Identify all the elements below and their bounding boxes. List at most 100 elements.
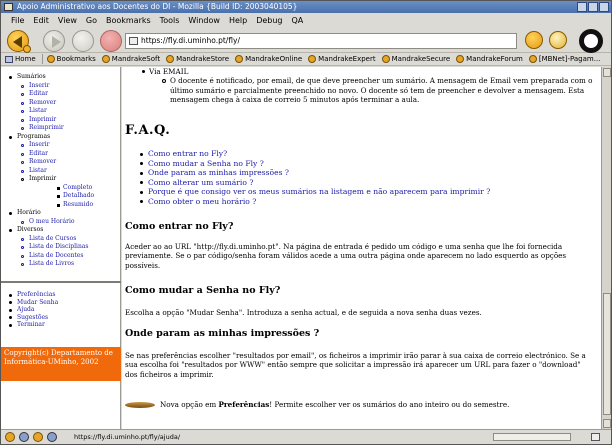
forward-button[interactable]: [43, 30, 65, 52]
browser-window: Apoio Administrativo aos Docentes do DI …: [0, 0, 612, 445]
sidebar-item-preferencias[interactable]: Preferências: [7, 291, 121, 299]
faq-link-sumarios-imprimir[interactable]: Porque é que consigo ver os meus sumário…: [140, 187, 490, 197]
address-text: https://fly.di.uminho.pt/fly/: [141, 36, 240, 45]
sidebar-item-sumarios-listar[interactable]: Listar: [7, 107, 121, 116]
bookmark-mandrakesecure[interactable]: MandrakeSecure: [381, 55, 450, 63]
sidebar-item-ajuda[interactable]: Ajuda: [7, 306, 121, 314]
page-icon: [129, 37, 138, 45]
bookmark-mandrakeonline[interactable]: MandrakeOnline: [235, 55, 302, 63]
bookmark-mandrakeexpert[interactable]: MandrakeExpert: [308, 55, 376, 63]
faq-link-entrar[interactable]: Como entrar no Fly?: [140, 149, 490, 159]
bookmark-mandrakeforum[interactable]: MandrakeForum: [456, 55, 523, 63]
sidebar-item-sumarios-reimprimir[interactable]: Reimprimir: [7, 124, 121, 133]
bookmarks-toolbar: Home Bookmarks MandrakeSoft MandrakeStor…: [1, 53, 611, 66]
menu-help[interactable]: Help: [229, 16, 247, 25]
go-button[interactable]: [525, 31, 543, 49]
sidebar-item-lista-cursos[interactable]: Lista de Cursos: [7, 235, 121, 244]
composer-icon[interactable]: [33, 432, 43, 442]
sidebar-section-sumarios: Sumários: [7, 73, 121, 82]
sidebar-item-lista-disciplinas[interactable]: Lista de Disciplinas: [7, 243, 121, 252]
menu-go[interactable]: Go: [86, 16, 97, 25]
sidebar-section-programas: Programas: [7, 133, 121, 142]
back-button[interactable]: [7, 30, 31, 53]
navigation-toolbar: https://fly.di.uminho.pt/fly/: [1, 27, 611, 53]
toolbar-separator: [41, 54, 43, 64]
sidebar-item-lista-livros[interactable]: Lista de Livros: [7, 260, 121, 269]
scroll-up-button[interactable]: [603, 68, 611, 77]
sidebar-section-diversos: Diversos: [7, 226, 121, 235]
faq-link-mudar-senha[interactable]: Como mudar a Senha no Fly ?: [140, 159, 490, 169]
faq-title: F.A.Q.: [125, 123, 171, 138]
search-button[interactable]: [549, 31, 567, 49]
status-bar: https://fly.di.uminho.pt/fly/ajuda/: [1, 429, 611, 444]
home-icon: [5, 55, 13, 63]
back-dropdown-icon[interactable]: [23, 45, 31, 53]
question-impressoes-answer: Se nas preferências escolher "resultados…: [125, 351, 586, 379]
new-badge-icon: [125, 401, 155, 408]
frame-divider[interactable]: [1, 281, 121, 283]
sidebar-item-resumido[interactable]: Resumido: [7, 201, 121, 210]
status-component-icons: [5, 432, 57, 442]
question-senha-answer: Escolha a opção "Mudar Senha". Introduza…: [125, 308, 482, 317]
menu-bar: File Edit View Go Bookmarks Tools Window…: [1, 13, 611, 27]
minimize-button[interactable]: [577, 2, 587, 12]
question-impressoes-heading: Onde param as minhas impressões ?: [125, 328, 320, 339]
email-description: O docente é notificado, por email, de qu…: [140, 76, 595, 104]
bookmark-bookmarks[interactable]: Bookmarks: [46, 55, 96, 63]
menu-file[interactable]: File: [11, 16, 24, 25]
sidebar-item-completo[interactable]: Completo: [7, 184, 121, 193]
menu-window[interactable]: Window: [188, 16, 220, 25]
sidebar-item-programas-remover[interactable]: Remover: [7, 158, 121, 167]
menu-edit[interactable]: Edit: [33, 16, 49, 25]
menu-tools[interactable]: Tools: [160, 16, 180, 25]
close-button[interactable]: [599, 2, 609, 12]
sidebar-item-sumarios-imprimir[interactable]: Imprimir: [7, 116, 121, 125]
menu-debug[interactable]: Debug: [256, 16, 282, 25]
bookmark-mandrakestore[interactable]: MandrakeStore: [166, 55, 229, 63]
reload-button[interactable]: [72, 30, 94, 52]
bookmark-icon: [235, 55, 244, 63]
address-book-icon[interactable]: [47, 432, 57, 442]
bookmark-mbnet[interactable]: [MBNet]-Pagam...: [528, 55, 600, 63]
mail-icon[interactable]: [19, 432, 29, 442]
bookmark-icon: [308, 55, 317, 63]
sidebar-menu: Sumários Inserir Editar Remover Listar I…: [1, 67, 121, 281]
sidebar-item-sumarios-editar[interactable]: Editar: [7, 90, 121, 99]
sidebar-item-programas-listar[interactable]: Listar: [7, 167, 121, 176]
menu-qa[interactable]: QA: [292, 16, 304, 25]
security-lock-icon[interactable]: [591, 433, 600, 441]
bookmark-icon: [46, 55, 55, 63]
faq-link-impressoes[interactable]: Onde param as minhas impressões ?: [140, 168, 490, 178]
menu-bookmarks[interactable]: Bookmarks: [106, 16, 151, 25]
sidebar-item-sumarios-remover[interactable]: Remover: [7, 99, 121, 108]
sidebar-item-programas-editar[interactable]: Editar: [7, 150, 121, 159]
sidebar-item-terminar[interactable]: Terminar: [7, 321, 121, 329]
navigator-icon[interactable]: [5, 432, 15, 442]
maximize-button[interactable]: [588, 2, 598, 12]
faq-link-alterar-sumario[interactable]: Como alterar um sumário ?: [140, 178, 490, 188]
throbber-logo-icon[interactable]: [579, 29, 603, 53]
copyright-box: Copyright(c) Departamento de Informática…: [1, 347, 121, 381]
status-text: https://fly.di.uminho.pt/fly/ajuda/: [74, 433, 181, 441]
faq-list: Como entrar no Fly? Como mudar a Senha n…: [140, 149, 490, 207]
vertical-scrollbar[interactable]: [601, 67, 611, 429]
menu-view[interactable]: View: [58, 16, 77, 25]
sidebar-item-sugestoes[interactable]: Sugestões: [7, 314, 121, 322]
scroll-thumb[interactable]: [603, 293, 611, 415]
sidebar-item-meu-horario[interactable]: O meu Horário: [7, 218, 121, 227]
sidebar-section-horario: Horário: [7, 209, 121, 218]
sidebar-item-programas-imprimir: Imprimir: [7, 175, 121, 184]
sidebar-item-sumarios-inserir[interactable]: Inserir: [7, 82, 121, 91]
bookmark-icon: [528, 55, 537, 63]
stop-button[interactable]: [100, 30, 122, 52]
faq-link-horario[interactable]: Como obter o meu horário ?: [140, 197, 490, 207]
sidebar-item-detalhado[interactable]: Detalhado: [7, 192, 121, 201]
sidebar-item-mudar-senha[interactable]: Mudar Senha: [7, 299, 121, 307]
bookmark-home[interactable]: Home: [5, 55, 36, 63]
sidebar-item-programas-inserir[interactable]: Inserir: [7, 141, 121, 150]
bookmark-mandrakesoft[interactable]: MandrakeSoft: [101, 55, 160, 63]
address-bar[interactable]: https://fly.di.uminho.pt/fly/: [125, 33, 517, 49]
scroll-down-button[interactable]: [603, 419, 611, 428]
sidebar-item-lista-docentes[interactable]: Lista de Docentes: [7, 252, 121, 261]
bookmark-icon: [456, 55, 465, 63]
